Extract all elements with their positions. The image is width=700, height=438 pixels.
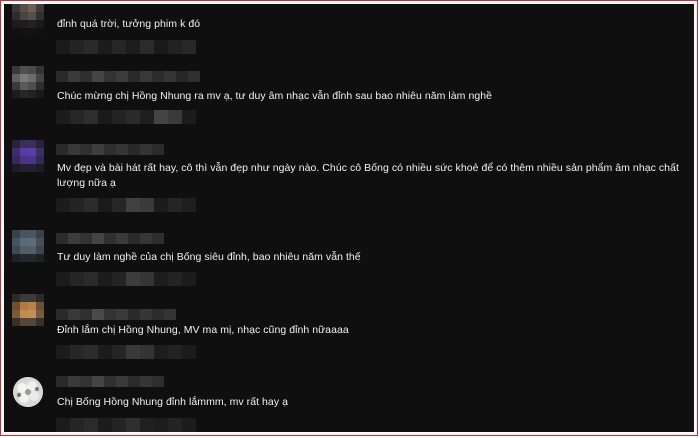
comment-actions-blurred [56, 40, 196, 54]
comment-text: Đỉnh lắm chị Hồng Nhung, MV ma mị, nhạc … [57, 324, 349, 336]
comment-actions-blurred [56, 418, 196, 432]
username-blurred[interactable] [56, 71, 200, 82]
avatar[interactable] [12, 230, 44, 262]
username-blurred[interactable] [56, 233, 164, 244]
comments-panel: đỉnh quá trời, tưởng phim k đó Chúc mừng… [4, 4, 694, 432]
username-blurred[interactable] [56, 376, 164, 387]
username-blurred[interactable] [56, 309, 176, 320]
avatar[interactable] [12, 140, 44, 172]
flower-avatar-icon [13, 377, 43, 407]
comment-actions-blurred [56, 272, 196, 286]
username-blurred[interactable] [56, 144, 164, 155]
comment-actions-blurred [56, 110, 196, 124]
comment-text: Chị Bống Hồng Nhung đỉnh lắmmm, mv rất h… [57, 396, 288, 408]
avatar[interactable] [12, 294, 44, 326]
comment-actions-blurred [56, 198, 196, 212]
screenshot-frame: đỉnh quá trời, tưởng phim k đó Chúc mừng… [0, 0, 698, 436]
comment-text: Chúc mừng chị Hồng Nhung ra mv ạ, tư duy… [57, 90, 493, 102]
comment-actions-blurred [56, 345, 196, 359]
comment-text: đỉnh quá trời, tưởng phim k đó [57, 18, 201, 30]
comment-text: Mv đẹp và bài hát rất hay, cô thì vẫn đẹ… [57, 162, 679, 189]
avatar[interactable] [12, 66, 44, 98]
avatar[interactable] [13, 377, 43, 407]
avatar[interactable] [12, 4, 44, 36]
comment-text: Tư duy làm nghề của chị Bống siêu đỉnh, … [57, 251, 361, 263]
